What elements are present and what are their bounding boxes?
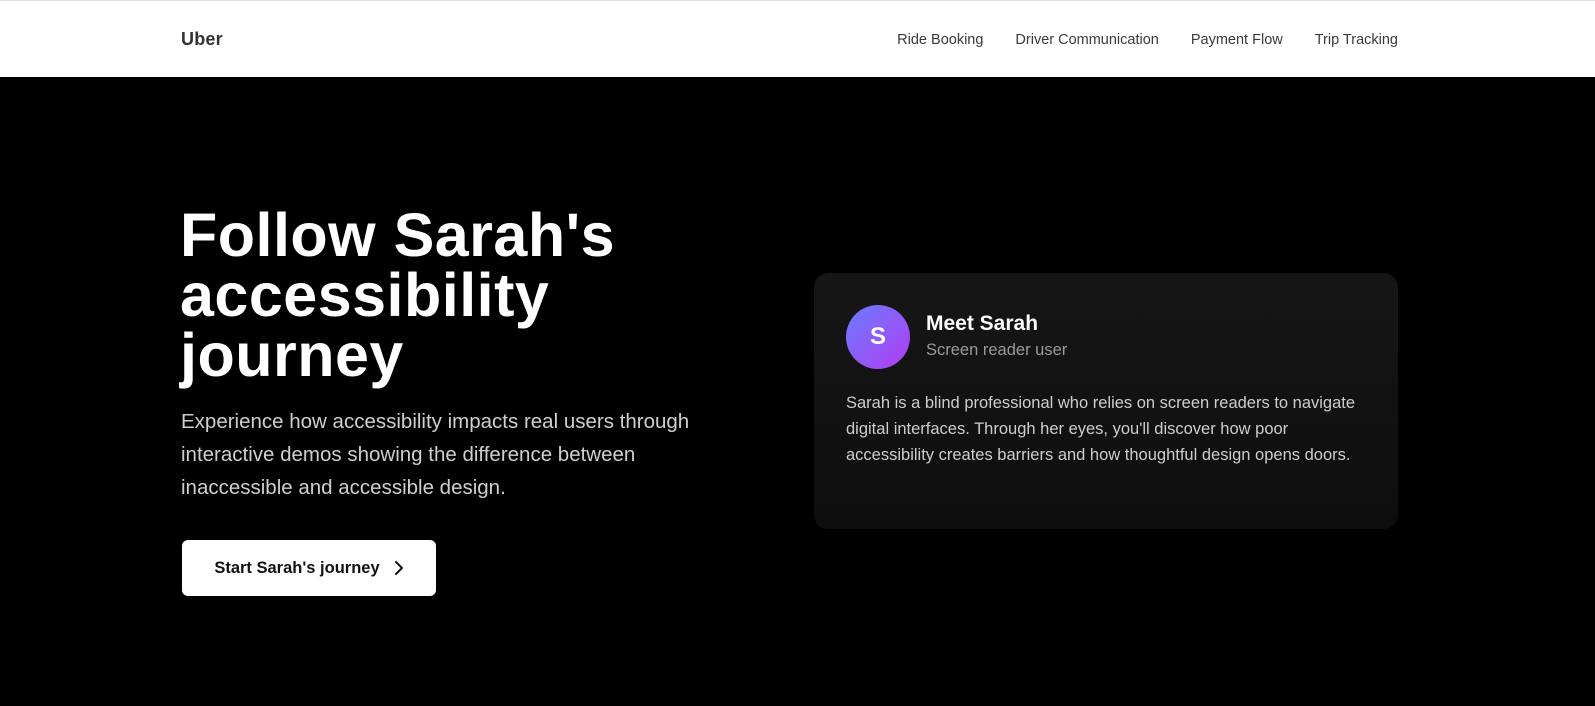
chevron-right-icon: [394, 561, 403, 575]
hero-subtitle: Experience how accessibility impacts rea…: [181, 410, 690, 499]
hero-title-line: accessibility: [180, 261, 550, 329]
main-nav: Ride Booking Driver Communication Paymen…: [897, 32, 1398, 48]
hero-title-line: journey: [180, 321, 404, 389]
profile-name: Meet Sarah: [926, 312, 1039, 335]
start-journey-label: Start Sarah's journey: [214, 558, 380, 577]
nav-link-payment-flow[interactable]: Payment Flow: [1191, 32, 1283, 48]
top-navigation-bar: Uber Ride Booking Driver Communication P…: [0, 0, 1595, 77]
avatar: S: [846, 305, 910, 369]
hero-title-line: Follow Sarah's: [180, 201, 616, 269]
nav-link-ride-booking[interactable]: Ride Booking: [897, 32, 983, 48]
hero-section: Follow Sarah's accessibility journey Exp…: [0, 77, 1595, 706]
profile-card: S Meet Sarah Screen reader user Sarah is…: [814, 273, 1398, 529]
nav-link-driver-communication[interactable]: Driver Communication: [1015, 32, 1158, 48]
start-journey-button[interactable]: Start Sarah's journey: [182, 540, 436, 596]
brand-logo[interactable]: Uber: [181, 29, 223, 50]
profile-description: Sarah is a blind professional who relies…: [846, 394, 1356, 464]
profile-role: Screen reader user: [926, 341, 1068, 359]
nav-link-trip-tracking[interactable]: Trip Tracking: [1315, 32, 1398, 48]
hero-title: Follow Sarah's accessibility journey: [180, 205, 820, 386]
